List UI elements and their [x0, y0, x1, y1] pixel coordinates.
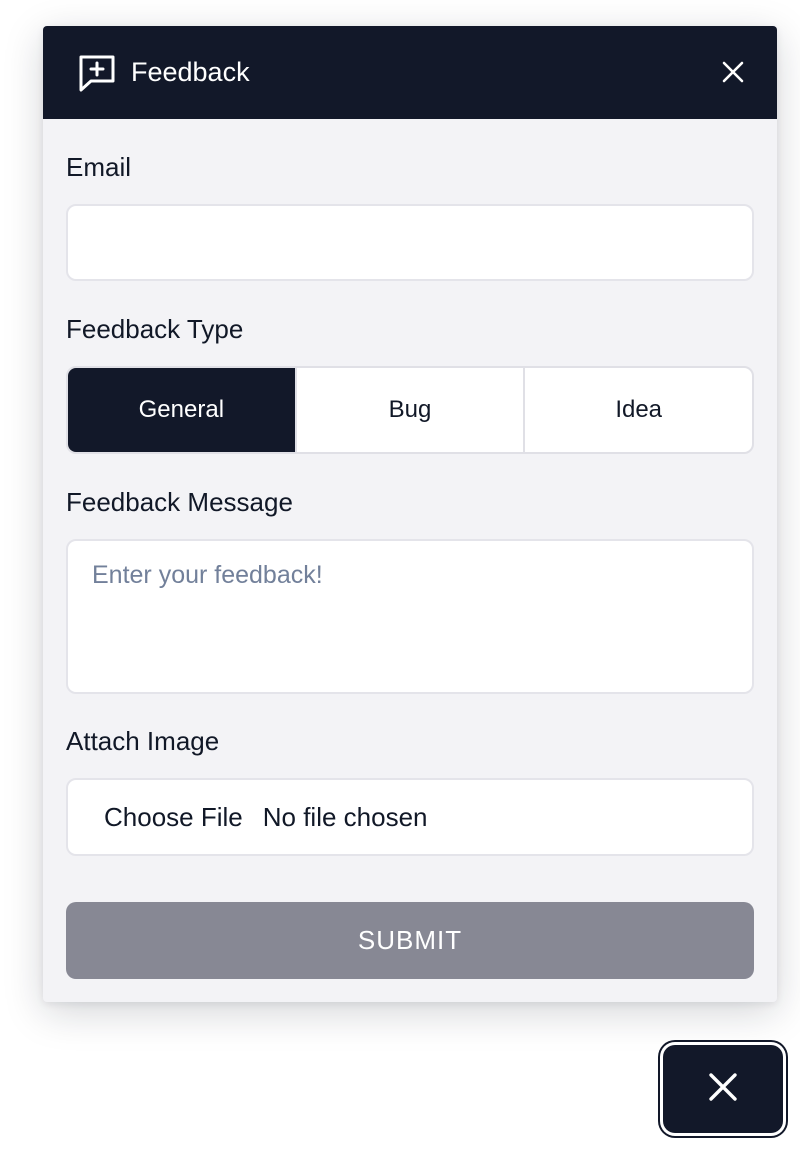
feedback-type-label: Feedback Type	[66, 314, 244, 344]
feedback-panel: Feedback Email Feedback Type General Bug…	[43, 26, 777, 1002]
submit-button[interactable]: SUBMIT	[66, 902, 754, 979]
feedback-message-field[interactable]	[66, 539, 754, 694]
choose-file-button[interactable]: Choose File	[104, 802, 243, 833]
email-field[interactable]	[66, 204, 754, 281]
header-title: Feedback	[131, 57, 250, 87]
close-icon[interactable]	[719, 58, 747, 86]
type-option-general[interactable]: General	[68, 368, 295, 452]
attach-image-label: Attach Image	[66, 726, 220, 756]
feedback-toggle-button[interactable]	[663, 1045, 783, 1133]
type-option-bug[interactable]: Bug	[294, 368, 524, 452]
file-status: No file chosen	[262, 801, 428, 832]
feedback-header: Feedback	[43, 26, 777, 119]
type-option-idea[interactable]: Idea	[523, 368, 752, 452]
email-label: Email	[66, 152, 132, 182]
file-input[interactable]: Choose File No file chosen	[66, 778, 754, 856]
close-icon	[706, 1070, 740, 1109]
feedback-type-selector: General Bug Idea	[66, 366, 754, 454]
message-plus-icon	[77, 53, 117, 93]
feedback-message-label: Feedback Message	[66, 487, 293, 517]
